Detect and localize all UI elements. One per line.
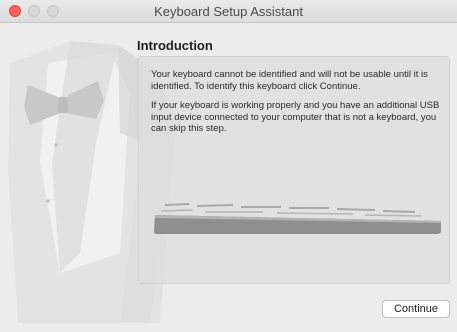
window-title: Keyboard Setup Assistant <box>154 4 303 19</box>
intro-panel: Your keyboard cannot be identified and w… <box>138 56 450 284</box>
section-heading: Introduction <box>137 38 213 53</box>
continue-button[interactable]: Continue <box>382 300 450 318</box>
intro-paragraph-identify: Your keyboard cannot be identified and w… <box>151 69 428 92</box>
keyboard-illustration <box>154 203 441 234</box>
title-bar: Keyboard Setup Assistant <box>0 0 457 23</box>
intro-paragraph-skip: If your keyboard is working properly and… <box>151 100 440 134</box>
keyboard-setup-window: Keyboard Setup Assistant Introduction Yo… <box>0 0 457 332</box>
